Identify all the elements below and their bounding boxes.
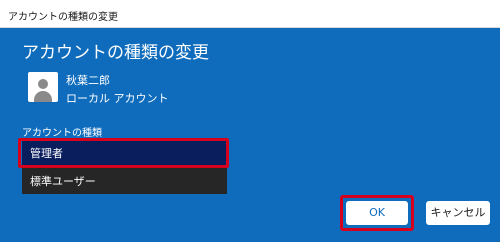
user-avatar-icon [28,72,58,102]
avatar-head [38,79,48,89]
dialog-heading: アカウントの種類の変更 [22,43,209,63]
option-standard-user[interactable]: 標準ユーザー [22,166,227,194]
cancel-button[interactable]: キャンセル [426,201,490,225]
account-type-listbox[interactable]: 管理者 標準ユーザー [22,138,227,194]
avatar-body [34,91,52,102]
account-type-label: アカウントの種類 [22,128,102,139]
option-administrator[interactable]: 管理者 [22,138,227,166]
user-account-type: ローカル アカウント [66,92,169,105]
ok-button[interactable]: OK [346,201,408,225]
window-titlebar: アカウントの種類の変更 [0,0,500,28]
change-account-type-dialog: アカウントの種類の変更 秋葉二郎 ローカル アカウント アカウントの種類 管理者… [0,28,500,242]
user-name: 秋葉二郎 [66,74,110,87]
window-title: アカウントの種類の変更 [8,12,118,23]
